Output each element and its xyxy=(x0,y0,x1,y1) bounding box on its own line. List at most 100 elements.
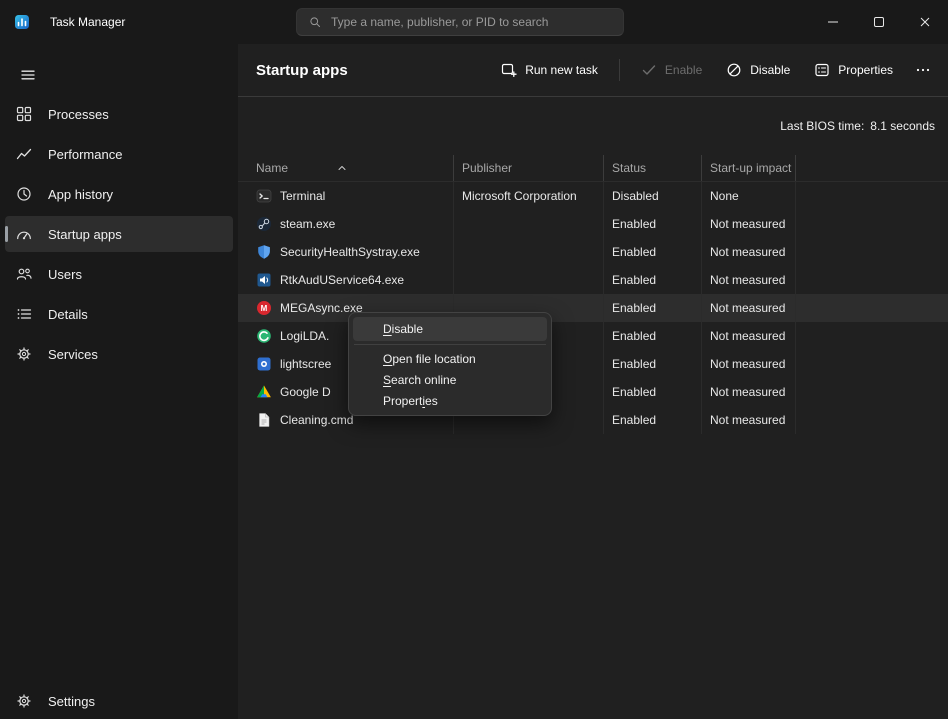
realtek-audio-icon xyxy=(256,272,272,288)
cell-publisher xyxy=(454,266,604,294)
toolbar-separator xyxy=(619,59,620,81)
cell-filler xyxy=(796,322,948,350)
context-menu-item-search-online[interactable]: Search online xyxy=(353,369,547,390)
terminal-app-icon xyxy=(256,188,272,204)
menu-separator xyxy=(354,344,546,345)
titlebar: Task Manager xyxy=(0,0,948,44)
sidebar-item-label: Startup apps xyxy=(48,227,122,242)
cell-status: Enabled xyxy=(604,378,702,406)
cell-impact: None xyxy=(702,182,796,210)
sidebar-item-performance[interactable]: Performance xyxy=(5,136,233,172)
maximize-icon xyxy=(871,14,887,30)
app-name: SecurityHealthSystray.exe xyxy=(280,245,420,259)
menu-item-label: Properties xyxy=(383,394,438,408)
task-manager-app-icon xyxy=(14,14,30,30)
sidebar-item-label: App history xyxy=(48,187,113,202)
sidebar-item-settings[interactable]: Settings xyxy=(5,685,233,717)
minimize-button[interactable] xyxy=(810,0,856,44)
cell-impact: Not measured xyxy=(702,406,796,434)
cell-impact: Not measured xyxy=(702,238,796,266)
table-row[interactable]: Terminal Microsoft Corporation Disabled … xyxy=(238,182,948,210)
app-name: RtkAudUService64.exe xyxy=(280,273,404,287)
sidebar-item-startup-apps[interactable]: Startup apps xyxy=(5,216,233,252)
table-row[interactable]: LogiLDA. Enabled Not measured xyxy=(238,322,948,350)
table-row[interactable]: RtkAudUService64.exe Enabled Not measure… xyxy=(238,266,948,294)
cell-impact: Not measured xyxy=(702,294,796,322)
security-shield-icon xyxy=(256,244,272,260)
menu-item-label: Disable xyxy=(383,322,423,336)
table-row[interactable]: Google D Enabled Not measured xyxy=(238,378,948,406)
cell-filler xyxy=(796,238,948,266)
performance-icon xyxy=(16,146,32,162)
cell-filler xyxy=(796,406,948,434)
sidebar-nav: Processes Performance App history Startu… xyxy=(0,96,238,372)
column-header-publisher[interactable]: Publisher xyxy=(454,155,604,181)
column-header-name[interactable]: Name xyxy=(238,155,454,181)
cell-status: Enabled xyxy=(604,238,702,266)
minimize-icon xyxy=(825,14,841,30)
sidebar-item-details[interactable]: Details xyxy=(5,296,233,332)
cell-filler xyxy=(796,182,948,210)
cell-filler xyxy=(796,350,948,378)
cell-impact: Not measured xyxy=(702,378,796,406)
megasync-icon xyxy=(256,300,272,316)
context-menu-item-properties[interactable]: Properties xyxy=(353,390,547,411)
search-icon xyxy=(309,16,321,28)
startup-table-body: Terminal Microsoft Corporation Disabled … xyxy=(238,182,948,434)
processes-icon xyxy=(16,106,32,122)
sidebar-item-label: Processes xyxy=(48,107,109,122)
cell-status: Enabled xyxy=(604,350,702,378)
table-row[interactable]: SecurityHealthSystray.exe Enabled Not me… xyxy=(238,238,948,266)
context-menu-item-open-file-location[interactable]: Open file location xyxy=(353,348,547,369)
menu-item-label: Search online xyxy=(383,373,456,387)
sidebar-item-processes[interactable]: Processes xyxy=(5,96,233,132)
cell-status: Enabled xyxy=(604,406,702,434)
column-header-status[interactable]: Status xyxy=(604,155,702,181)
sidebar-item-app-history[interactable]: App history xyxy=(5,176,233,212)
navigation-menu-button[interactable] xyxy=(8,58,48,92)
table-header: Name Publisher Status Start-up impact xyxy=(238,155,948,182)
sidebar-item-services[interactable]: Services xyxy=(5,336,233,372)
window-title: Task Manager xyxy=(50,15,125,29)
column-header-impact[interactable]: Start-up impact xyxy=(702,155,796,181)
disable-button[interactable]: Disable xyxy=(715,55,801,85)
sidebar-item-users[interactable]: Users xyxy=(5,256,233,292)
logitech-icon xyxy=(256,328,272,344)
properties-button[interactable]: Properties xyxy=(803,55,904,85)
table-row[interactable]: steam.exe Enabled Not measured xyxy=(238,210,948,238)
check-icon xyxy=(641,62,657,78)
context-menu: Disable Open file location Search online… xyxy=(348,312,552,416)
cell-filler xyxy=(796,294,948,322)
cell-publisher xyxy=(454,210,604,238)
sidebar: Processes Performance App history Startu… xyxy=(0,44,238,719)
block-icon xyxy=(726,62,742,78)
cell-name: RtkAudUService64.exe xyxy=(238,266,454,294)
cell-status: Enabled xyxy=(604,210,702,238)
table-row[interactable]: MEGAsync.exe Enabled Not measured xyxy=(238,294,948,322)
menu-item-label: Open file location xyxy=(383,352,476,366)
maximize-button[interactable] xyxy=(856,0,902,44)
search-box[interactable] xyxy=(296,8,624,36)
cell-impact: Not measured xyxy=(702,266,796,294)
app-name: Google D xyxy=(280,385,331,399)
close-button[interactable] xyxy=(902,0,948,44)
sidebar-item-label: Settings xyxy=(48,694,95,709)
cell-name: Terminal xyxy=(238,182,454,210)
enable-button[interactable]: Enable xyxy=(630,55,713,85)
cell-filler xyxy=(796,266,948,294)
table-row[interactable]: lightscree Enabled Not measured xyxy=(238,350,948,378)
cell-impact: Not measured xyxy=(702,322,796,350)
run-new-task-button[interactable]: Run new task xyxy=(490,55,609,85)
sort-ascending-icon xyxy=(336,162,348,174)
table-row[interactable]: Cleaning.cmd Enabled Not measured xyxy=(238,406,948,434)
services-icon xyxy=(16,346,32,362)
page-title: Startup apps xyxy=(256,62,348,79)
more-options-button[interactable] xyxy=(906,55,940,85)
search-input[interactable] xyxy=(331,15,611,29)
run-new-task-icon xyxy=(501,62,517,78)
google-drive-icon xyxy=(256,384,272,400)
app-name: steam.exe xyxy=(280,217,335,231)
context-menu-item-disable[interactable]: Disable xyxy=(353,317,547,341)
settings-gear-icon xyxy=(16,693,32,709)
cell-status: Enabled xyxy=(604,294,702,322)
